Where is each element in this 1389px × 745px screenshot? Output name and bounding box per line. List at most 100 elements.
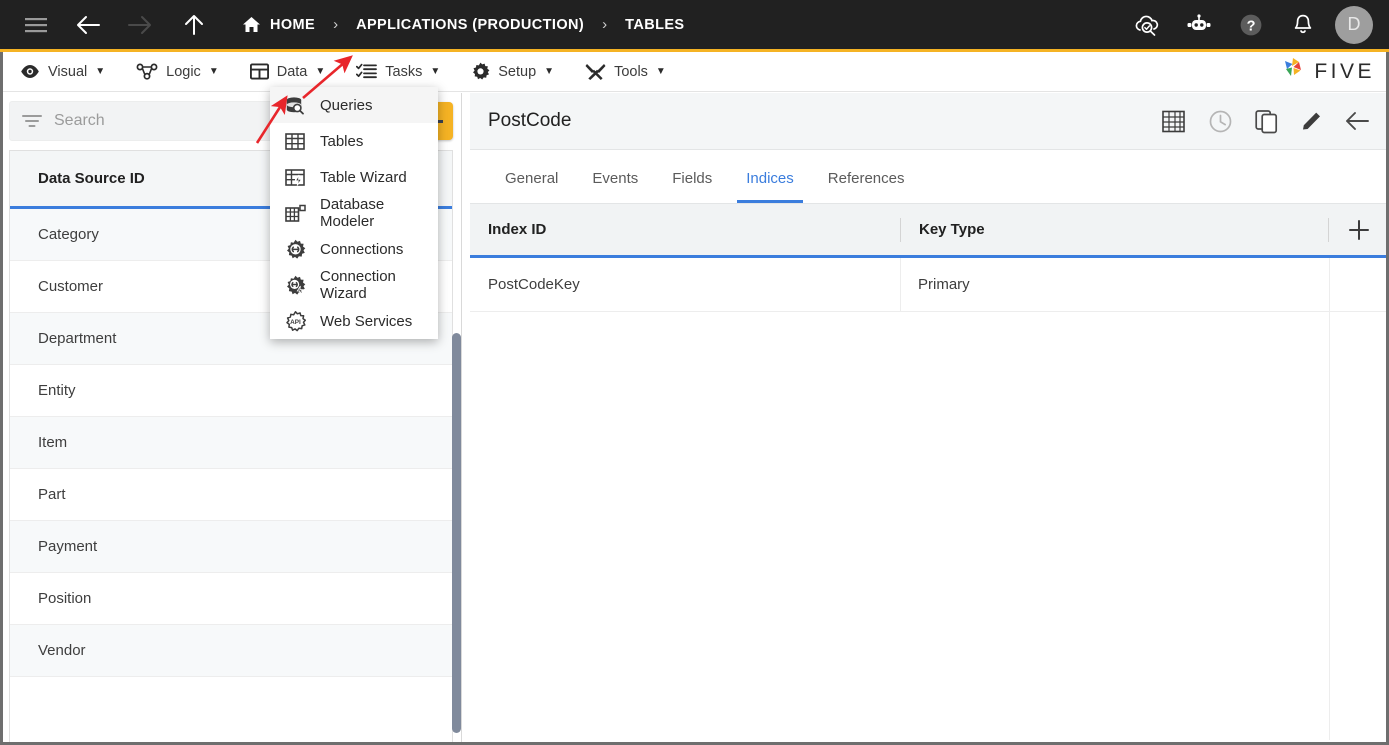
data-grid-icon: [249, 63, 269, 80]
menu-item-logic-label: Logic: [166, 63, 201, 80]
menu-item-data[interactable]: Data ▼: [239, 52, 337, 92]
indices-grid-empty-area: [470, 312, 1389, 740]
tab-fields-label: Fields: [672, 169, 713, 187]
menu-option-queries-label: Queries: [320, 96, 373, 114]
chevron-down-icon: ▼: [315, 66, 326, 77]
menu-item-setup[interactable]: Setup ▼: [460, 52, 565, 92]
menu-option-connections[interactable]: Connections: [270, 231, 438, 267]
list-scrollbar-thumb[interactable]: [452, 333, 461, 733]
tab-references[interactable]: References: [811, 153, 922, 203]
table-row-label: Item: [38, 434, 68, 451]
menu-item-logic[interactable]: Logic ▼: [125, 52, 230, 92]
window-border-left: [0, 52, 3, 745]
history-clock-icon[interactable]: [1208, 109, 1233, 134]
chevron-down-icon: ▼: [544, 66, 555, 77]
menu-item-tasks-label: Tasks: [385, 63, 423, 80]
back-arrow-icon[interactable]: [1345, 110, 1371, 132]
table-row-label: Customer: [38, 278, 104, 295]
menu-option-database-modeler[interactable]: Database Modeler: [270, 195, 438, 231]
table-row[interactable]: Position: [10, 573, 452, 625]
notifications-bell-icon[interactable]: [1283, 5, 1323, 45]
tab-indices[interactable]: Indices: [729, 153, 811, 203]
menu-option-tables-label: Tables: [320, 132, 364, 150]
hamburger-menu-icon[interactable]: [16, 5, 56, 45]
five-logo-icon: [1279, 55, 1307, 88]
menu-option-table-wizard[interactable]: Table Wizard: [270, 159, 438, 195]
cell-separator: [1329, 258, 1330, 311]
robot-assistant-icon[interactable]: [1179, 5, 1219, 45]
cloud-search-icon[interactable]: [1127, 5, 1167, 45]
grid-view-icon[interactable]: [1161, 109, 1186, 134]
svg-text:?: ?: [1247, 18, 1256, 34]
breadcrumb-applications[interactable]: APPLICATIONS (PRODUCTION): [356, 17, 584, 33]
chevron-down-icon: ▼: [95, 66, 106, 77]
tools-hammer-wrench-icon: [585, 62, 606, 81]
logic-nodes-icon: [136, 63, 158, 80]
table-wizard-icon: [282, 166, 308, 188]
gear-icon: [471, 62, 490, 81]
table-row-label: Vendor: [38, 642, 86, 659]
queries-database-search-icon: [282, 94, 308, 116]
table-row[interactable]: Part: [10, 469, 452, 521]
chevron-down-icon: ▼: [655, 66, 666, 77]
record-detail-panel: PostCode General Events Fields Indices R…: [470, 93, 1389, 745]
menu-option-connection-wizard[interactable]: Connection Wizard: [270, 267, 438, 303]
table-row-label: Department: [38, 330, 117, 347]
menu-option-web-services[interactable]: API Web Services: [270, 303, 438, 339]
column-header-index-id[interactable]: Index ID: [470, 221, 900, 238]
menu-option-database-modeler-label: Database Modeler: [320, 196, 385, 230]
data-dropdown-menu: Queries Tables Table Wizard Database Mod…: [270, 87, 438, 339]
table-row[interactable]: PostCodeKey Primary: [470, 258, 1389, 312]
duplicate-copy-icon[interactable]: [1255, 109, 1278, 134]
tab-events[interactable]: Events: [575, 153, 655, 203]
avatar[interactable]: D: [1335, 5, 1373, 44]
menu-option-tables[interactable]: Tables: [270, 123, 438, 159]
chevron-down-icon: ▼: [208, 66, 219, 77]
tab-general-label: General: [505, 169, 559, 187]
breadcrumb-separator-2: ›: [602, 16, 608, 33]
cell-index-id-label: PostCodeKey: [488, 276, 580, 293]
breadcrumb-separator-1: ›: [333, 16, 339, 33]
indices-grid-header: Index ID Key Type: [470, 204, 1389, 258]
filter-icon[interactable]: [22, 114, 42, 128]
indices-grid: Index ID Key Type PostCodeKey Primary: [470, 204, 1389, 740]
menu-item-tasks[interactable]: Tasks ▼: [345, 52, 451, 92]
table-row[interactable]: Entity: [10, 365, 452, 417]
home-icon: [242, 16, 261, 33]
tab-events-label: Events: [592, 169, 639, 187]
cell-separator: [900, 258, 901, 311]
menu-item-visual-label: Visual: [48, 63, 88, 80]
table-row-label: Payment: [38, 538, 98, 555]
help-question-icon[interactable]: ?: [1231, 5, 1271, 45]
breadcrumb-tables[interactable]: TABLES: [625, 17, 684, 33]
menu-option-queries[interactable]: Queries: [270, 87, 438, 123]
table-row[interactable]: Item: [10, 417, 452, 469]
column-header-key-type[interactable]: Key Type: [901, 221, 1328, 238]
menu-option-connections-label: Connections: [320, 240, 404, 258]
add-index-button[interactable]: [1329, 219, 1389, 241]
menu-item-tools-label: Tools: [614, 63, 648, 80]
edit-pencil-icon[interactable]: [1300, 109, 1323, 133]
tab-indices-label: Indices: [746, 169, 794, 187]
menu-option-web-services-label: Web Services: [320, 312, 413, 330]
tables-grid-icon: [282, 130, 308, 152]
up-arrow-icon[interactable]: [174, 5, 214, 45]
breadcrumb-home[interactable]: HOME: [242, 16, 315, 33]
menu-item-setup-label: Setup: [498, 63, 537, 80]
table-row[interactable]: Payment: [10, 521, 452, 573]
table-row[interactable]: Vendor: [10, 625, 452, 677]
application-window: HOME › APPLICATIONS (PRODUCTION) › TABLE…: [0, 0, 1389, 745]
tab-references-label: References: [827, 169, 905, 187]
svg-text:API: API: [290, 319, 301, 326]
tab-fields[interactable]: Fields: [655, 153, 729, 203]
back-arrow-icon[interactable]: [68, 5, 108, 45]
table-row-label: Part: [38, 486, 66, 503]
topbar-right-actions: ? D: [1127, 5, 1389, 45]
cell-separator: [1329, 312, 1330, 740]
tab-general[interactable]: General: [488, 153, 575, 203]
forward-arrow-icon[interactable]: [120, 5, 160, 45]
record-tabs: General Events Fields Indices References: [470, 150, 1389, 204]
menu-item-tools[interactable]: Tools ▼: [574, 52, 677, 92]
brand-name: FIVE: [1314, 59, 1375, 83]
menu-item-visual[interactable]: Visual ▼: [9, 52, 116, 92]
